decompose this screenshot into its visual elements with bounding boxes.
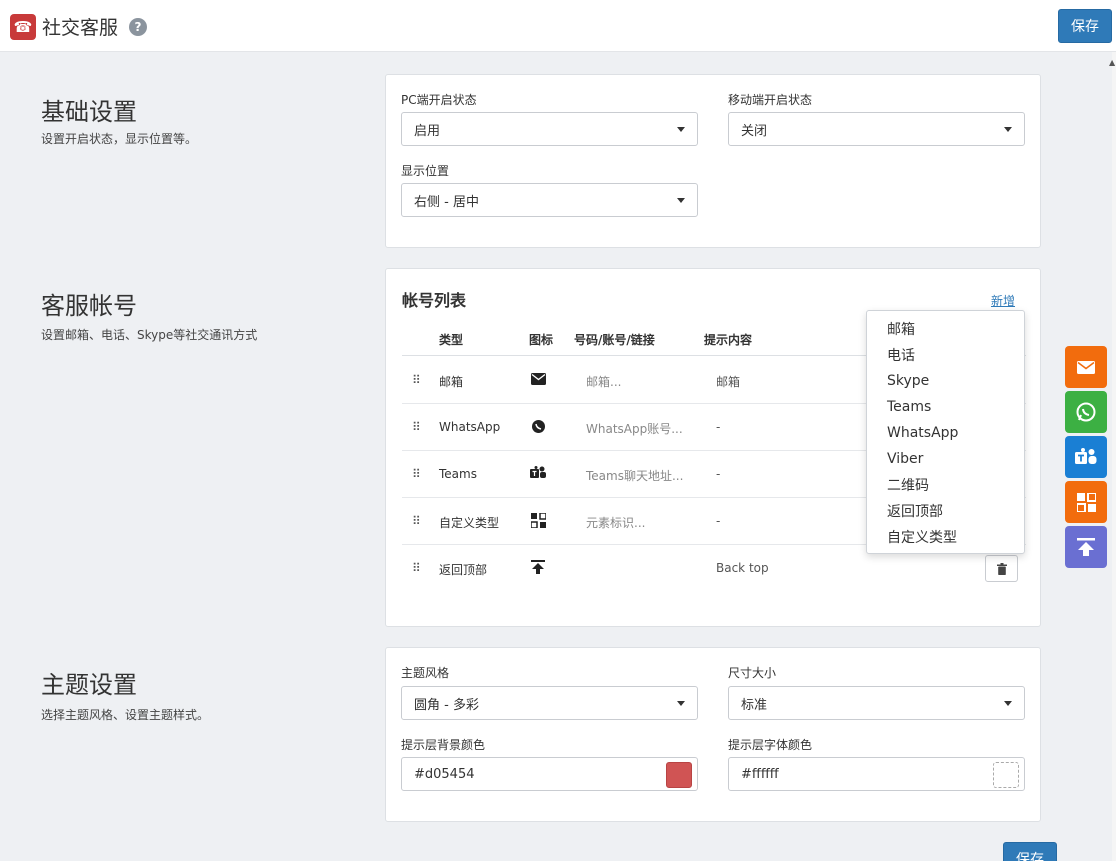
save-button-top[interactable]: 保存 bbox=[1058, 9, 1112, 43]
section-title-accounts: 客服帐号 bbox=[41, 292, 137, 320]
pc-status-label: PC端开启状态 bbox=[401, 93, 477, 107]
row-type: 邮箱 bbox=[439, 375, 464, 389]
teams-icon bbox=[1075, 448, 1097, 464]
drag-handle-icon[interactable]: ⠿ bbox=[412, 514, 421, 528]
row-type: 自定义类型 bbox=[439, 516, 500, 530]
menu-item-skype[interactable]: Skype bbox=[867, 368, 1024, 394]
caret-down-icon bbox=[677, 701, 685, 706]
caret-down-icon bbox=[1004, 127, 1012, 132]
menu-item-email[interactable]: 邮箱 bbox=[867, 316, 1024, 342]
menu-item-teams[interactable]: Teams bbox=[867, 394, 1024, 420]
position-label: 显示位置 bbox=[401, 164, 450, 178]
theme-settings-card: 主题风格 圆角 - 多彩 尺寸大小 标准 提示层背景颜色 #d05454 提示层… bbox=[385, 647, 1041, 822]
menu-item-phone[interactable]: 电话 bbox=[867, 342, 1024, 368]
position-select[interactable]: 右侧 - 居中 bbox=[401, 183, 698, 217]
envelope-icon bbox=[1077, 360, 1095, 374]
mobile-status-value: 关闭 bbox=[741, 123, 768, 139]
caret-down-icon bbox=[1004, 701, 1012, 706]
help-icon[interactable]: ? bbox=[129, 18, 147, 36]
drag-handle-icon[interactable]: ⠿ bbox=[412, 420, 421, 434]
color-swatch[interactable] bbox=[993, 762, 1019, 788]
column-header-tip: 提示内容 bbox=[704, 333, 753, 347]
tip-input[interactable]: Back top bbox=[716, 561, 769, 575]
size-select[interactable]: 标准 bbox=[728, 686, 1025, 720]
section-title-theme: 主题设置 bbox=[41, 671, 137, 699]
menu-item-custom[interactable]: 自定义类型 bbox=[867, 524, 1024, 550]
section-desc-basic: 设置开启状态，显示位置等。 bbox=[41, 132, 198, 146]
row-type: 返回顶部 bbox=[439, 563, 488, 577]
tip-input[interactable]: 邮箱 bbox=[716, 373, 740, 390]
account-input[interactable]: 邮箱... bbox=[586, 373, 621, 390]
column-header-icon: 图标 bbox=[529, 333, 554, 347]
account-input[interactable]: Teams聊天地址... bbox=[586, 467, 683, 484]
account-input[interactable]: 元素标识... bbox=[586, 514, 645, 531]
color-swatch[interactable] bbox=[666, 762, 692, 788]
whatsapp-icon bbox=[1076, 402, 1096, 422]
column-header-type: 类型 bbox=[439, 333, 464, 347]
menu-item-back-top[interactable]: 返回顶部 bbox=[867, 498, 1024, 524]
size-value: 标准 bbox=[741, 697, 768, 713]
menu-item-whatsapp[interactable]: WhatsApp bbox=[867, 420, 1024, 446]
top-bar: ☎ 社交客服 ? 保存 bbox=[0, 0, 1116, 52]
drag-handle-icon[interactable]: ⠿ bbox=[412, 561, 421, 575]
account-input[interactable]: WhatsApp账号... bbox=[586, 420, 683, 437]
pc-status-value: 启用 bbox=[414, 123, 441, 139]
tip-bg-color-label: 提示层背景颜色 bbox=[401, 738, 486, 752]
float-email-button[interactable] bbox=[1065, 346, 1107, 388]
teams-icon bbox=[530, 465, 546, 481]
drag-handle-icon[interactable]: ⠿ bbox=[412, 467, 421, 481]
float-custom-button[interactable] bbox=[1065, 481, 1107, 523]
section-desc-theme: 选择主题风格、设置主题样式。 bbox=[41, 708, 210, 722]
theme-style-label: 主题风格 bbox=[401, 666, 450, 680]
pc-status-select[interactable]: 启用 bbox=[401, 112, 698, 146]
tip-font-color-label: 提示层字体颜色 bbox=[728, 738, 813, 752]
mobile-status-select[interactable]: 关闭 bbox=[728, 112, 1025, 146]
theme-style-value: 圆角 - 多彩 bbox=[414, 697, 479, 713]
menu-item-qrcode[interactable]: 二维码 bbox=[867, 472, 1024, 498]
whatsapp-icon bbox=[530, 418, 546, 434]
back-top-icon bbox=[1077, 538, 1095, 556]
float-whatsapp-button[interactable] bbox=[1065, 391, 1107, 433]
section-desc-accounts: 设置邮箱、电话、Skype等社交通讯方式 bbox=[41, 328, 258, 342]
column-header-account: 号码/账号/链接 bbox=[574, 333, 655, 347]
tip-input[interactable]: - bbox=[716, 467, 720, 481]
save-button-bottom[interactable]: 保存 bbox=[1003, 842, 1057, 861]
float-back-top-button[interactable] bbox=[1065, 526, 1107, 568]
mobile-status-label: 移动端开启状态 bbox=[728, 93, 813, 107]
add-type-menu: 邮箱 电话 Skype Teams WhatsApp Viber 二维码 返回顶… bbox=[866, 310, 1025, 554]
qrcode-icon bbox=[530, 512, 546, 528]
add-account-link[interactable]: 新增 bbox=[991, 292, 1015, 309]
back-top-icon bbox=[530, 559, 546, 575]
float-teams-button[interactable] bbox=[1065, 436, 1107, 478]
delete-button[interactable] bbox=[985, 555, 1018, 582]
caret-down-icon bbox=[677, 198, 685, 203]
tip-input[interactable]: - bbox=[716, 514, 720, 528]
page-title: 社交客服 bbox=[42, 17, 119, 39]
tip-font-color-input[interactable]: #ffffff bbox=[728, 757, 1025, 791]
menu-item-viber[interactable]: Viber bbox=[867, 446, 1024, 472]
account-list-title: 帐号列表 bbox=[402, 291, 467, 310]
trash-icon bbox=[996, 562, 1007, 575]
drag-handle-icon[interactable]: ⠿ bbox=[412, 373, 421, 387]
position-value: 右侧 - 居中 bbox=[414, 194, 479, 210]
tip-bg-color-input[interactable]: #d05454 bbox=[401, 757, 698, 791]
tip-input[interactable]: - bbox=[716, 420, 720, 434]
app-phone-icon: ☎ bbox=[10, 14, 36, 40]
tip-font-color-value: #ffffff bbox=[741, 766, 779, 782]
row-type: Teams bbox=[439, 467, 477, 481]
tip-bg-color-value: #d05454 bbox=[414, 766, 475, 782]
scroll-up-icon[interactable]: ▲ bbox=[1109, 58, 1115, 67]
row-type: WhatsApp bbox=[439, 420, 501, 434]
caret-down-icon bbox=[677, 127, 685, 132]
section-title-basic: 基础设置 bbox=[41, 98, 137, 126]
size-label: 尺寸大小 bbox=[728, 666, 777, 680]
basic-settings-card: PC端开启状态 启用 移动端开启状态 关闭 显示位置 右侧 - 居中 bbox=[385, 74, 1041, 248]
theme-style-select[interactable]: 圆角 - 多彩 bbox=[401, 686, 698, 720]
envelope-icon bbox=[530, 371, 546, 387]
scrollbar[interactable] bbox=[1112, 52, 1116, 861]
qrcode-icon bbox=[1076, 492, 1096, 512]
